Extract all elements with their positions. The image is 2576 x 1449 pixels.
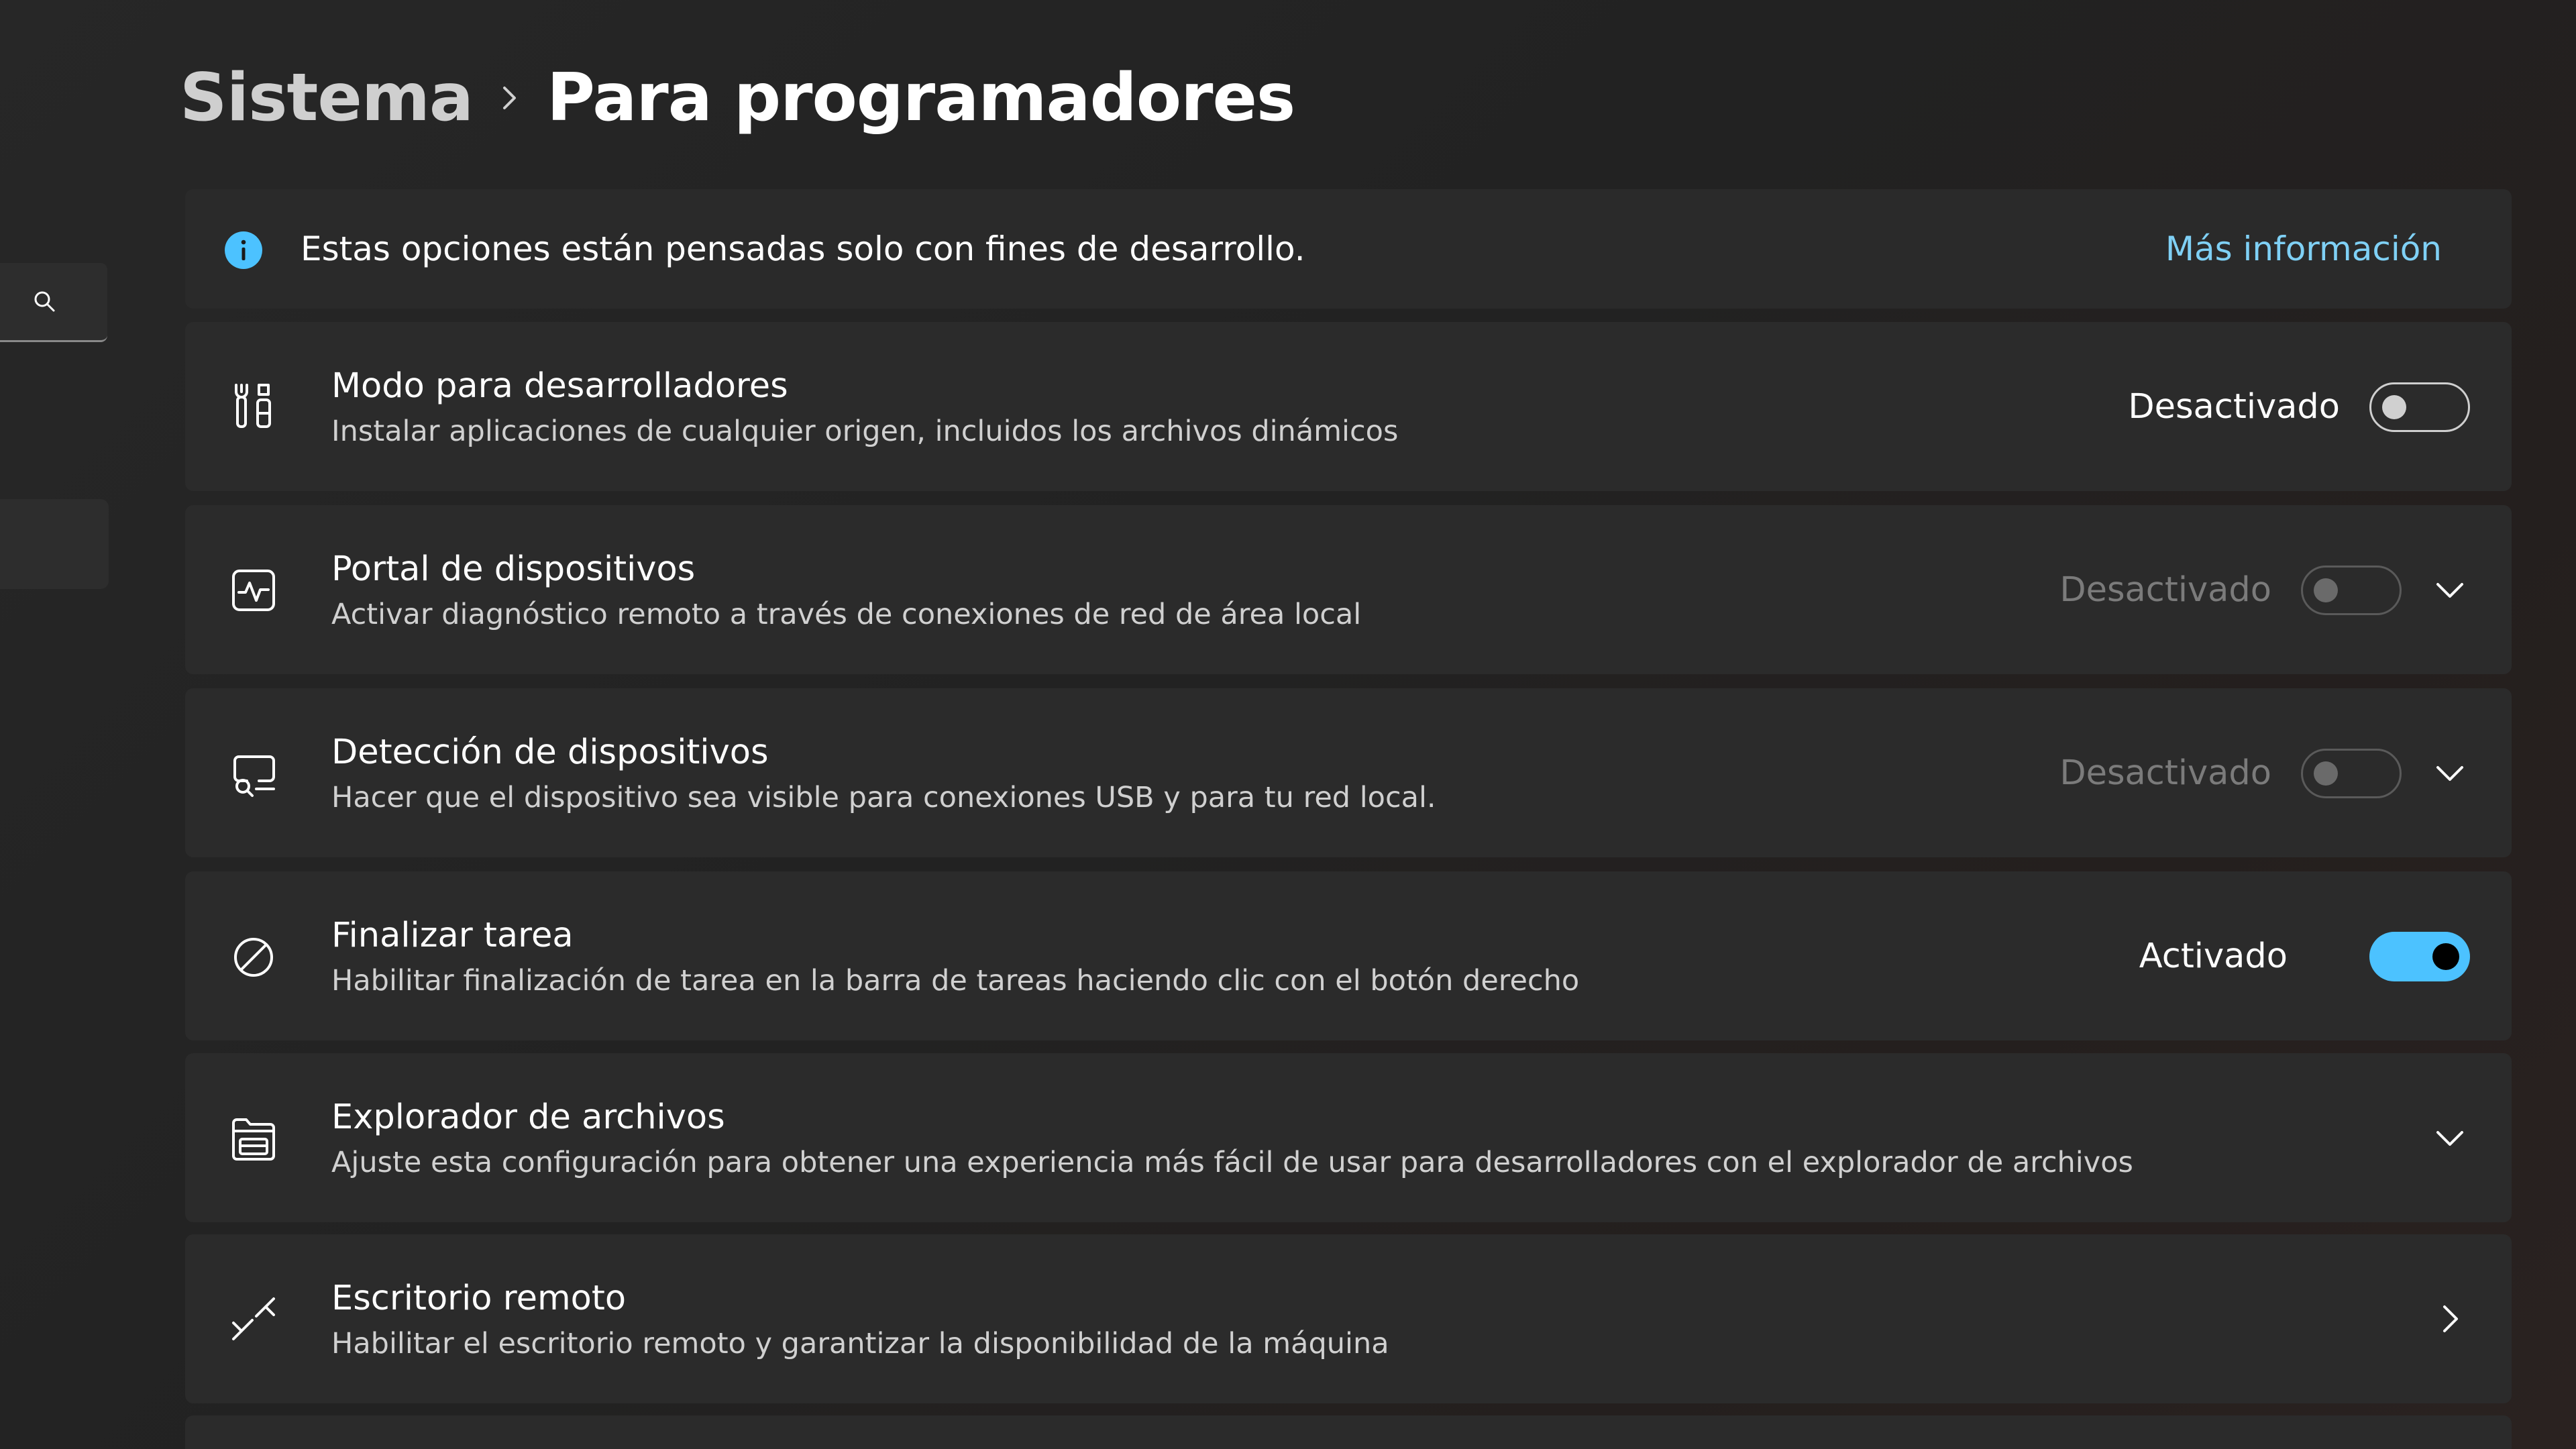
breadcrumb: Sistema Para programadores [180,51,1295,145]
toggle-knob [2432,943,2459,970]
setting-device-portal[interactable]: Portal de dispositivos Activar diagnósti… [185,505,2512,674]
toggle-knob [2382,395,2406,419]
setting-description: Instalar aplicaciones de cualquier orige… [331,415,1399,448]
developer-tools-icon [235,384,271,428]
toggle-state-label: Desactivado [2059,570,2271,610]
setting-description: Habilitar finalización de tarea en la ba… [331,964,1580,998]
device-portal-icon [232,570,275,611]
end-task-icon [234,938,273,977]
toggle-state-label: Desactivado [2059,753,2271,793]
device-discovery-toggle[interactable] [2301,749,2402,798]
setting-description: Hacer que el dispositivo sea visible par… [331,781,1436,814]
chevron-down-icon[interactable] [2430,1118,2470,1158]
toggle-knob [2314,578,2338,602]
setting-next-partial[interactable] [185,1415,2512,1449]
chevron-down-icon[interactable] [2430,753,2470,793]
search-icon [34,291,55,312]
setting-title: Detección de dispositivos [331,733,769,772]
setting-description: Habilitar el escritorio remoto y garanti… [331,1327,1389,1360]
setting-description: Ajuste esta configuración para obtener u… [331,1146,2133,1179]
remote-desktop-icon [232,1297,275,1340]
more-info-link[interactable]: Más información [2165,189,2442,309]
end-task-toggle[interactable] [2369,932,2470,981]
toggle-knob [2314,761,2338,786]
toggle-state-label: Desactivado [2128,386,2340,427]
info-icon [225,231,262,269]
setting-title: Explorador de archivos [331,1097,725,1137]
setting-title: Finalizar tarea [331,916,574,955]
chevron-right-icon[interactable] [2430,1299,2470,1339]
developer-mode-toggle[interactable] [2369,382,2470,432]
info-bar: Estas opciones están pensadas solo con f… [185,189,2512,309]
page-title: Para programadores [547,60,1295,136]
toggle-state-label: Activado [2139,936,2288,976]
info-text: Estas opciones están pensadas solo con f… [301,229,1305,268]
device-discovery-icon [233,755,275,797]
settings-window: Sistema Para programadores Estas opcione… [0,0,2576,1449]
setting-description: Activar diagnóstico remoto a través de c… [331,598,1362,631]
sidebar-item-selected[interactable] [0,499,109,589]
setting-title: Escritorio remoto [331,1279,627,1318]
breadcrumb-separator-icon [473,51,547,145]
search-box[interactable] [0,263,107,342]
device-portal-toggle[interactable] [2301,566,2402,615]
setting-title: Modo para desarrolladores [331,366,788,406]
setting-remote-desktop[interactable]: Escritorio remoto Habilitar el escritori… [185,1234,2512,1403]
setting-title: Portal de dispositivos [331,549,696,589]
chevron-down-icon[interactable] [2430,570,2470,610]
setting-end-task[interactable]: Finalizar tarea Habilitar finalización d… [185,871,2512,1040]
file-explorer-icon [232,1118,275,1161]
setting-device-discovery[interactable]: Detección de dispositivos Hacer que el d… [185,688,2512,857]
breadcrumb-parent[interactable]: Sistema [180,60,474,136]
setting-file-explorer[interactable]: Explorador de archivos Ajuste esta confi… [185,1053,2512,1222]
setting-developer-mode[interactable]: Modo para desarrolladores Instalar aplic… [185,322,2512,491]
